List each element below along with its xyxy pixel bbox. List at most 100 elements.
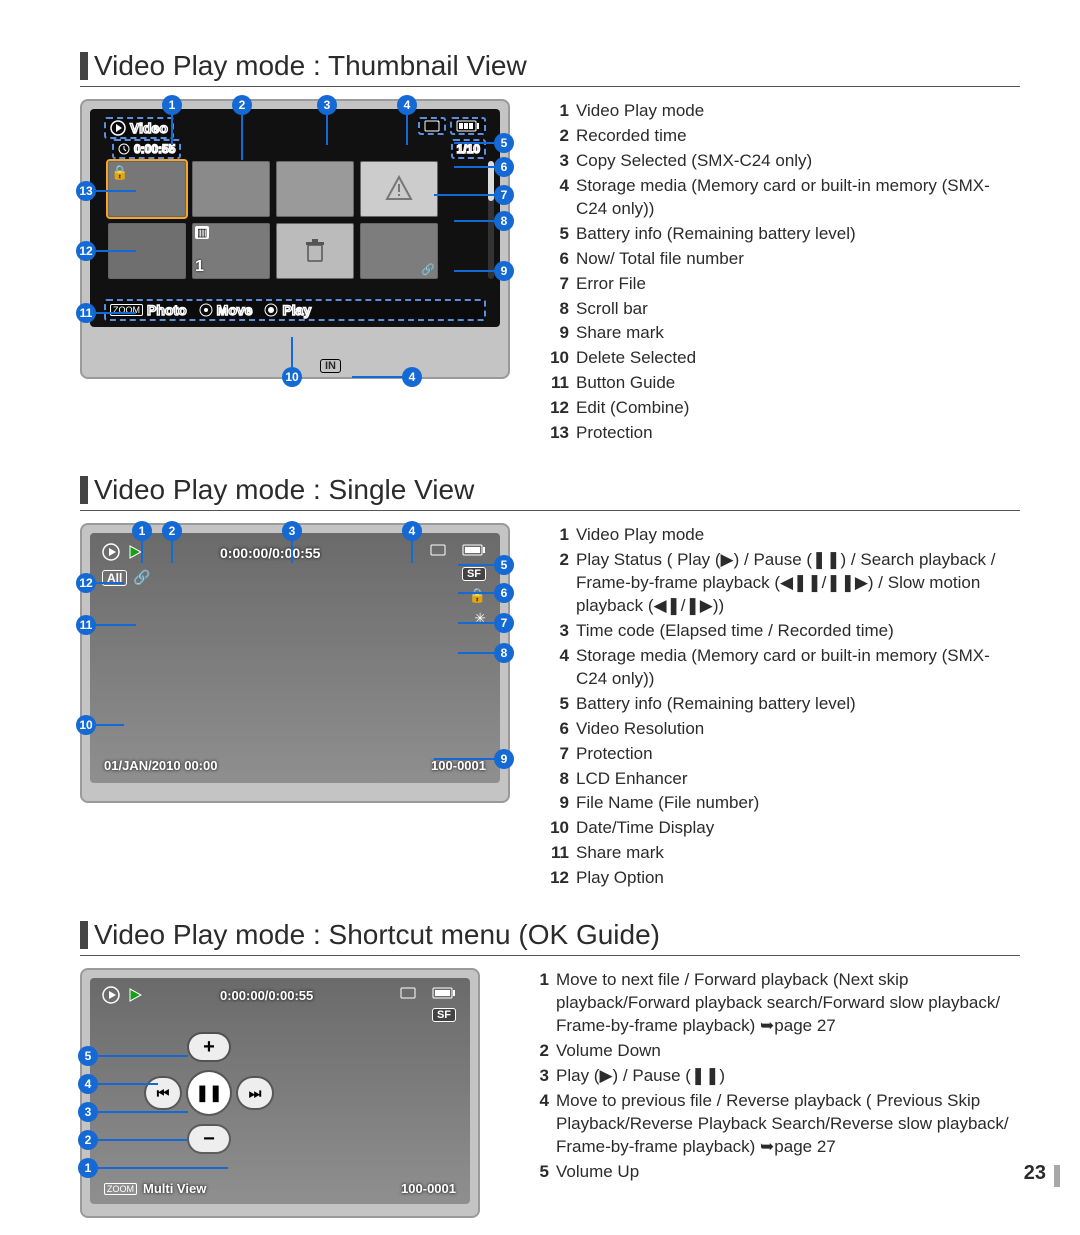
legend-item: Edit (Combine) — [575, 396, 1020, 421]
lcd-enhancer-icon: ✳ — [474, 610, 486, 627]
warning-icon — [385, 175, 413, 203]
share-mark-icon: 🔗 — [421, 263, 435, 276]
card-icon — [430, 544, 446, 556]
legend-item: Recorded time — [575, 124, 1020, 149]
ok-icon — [264, 303, 278, 317]
thumb-6: ▥ 1 — [192, 223, 270, 279]
s-callout-12: 12 — [76, 573, 96, 593]
block-single: 1 2 3 4 12 11 10 5 6 7 8 9 — [80, 523, 1020, 891]
callout-4b: 4 — [402, 367, 422, 387]
battery-icon — [462, 544, 486, 556]
play-status-icon — [128, 988, 142, 1002]
figure-shortcut: 1 2 3 4 5 0:00:00/0:00:55 SF + — [80, 968, 500, 1218]
zoom-label: ZOOM — [110, 304, 143, 316]
osd-mode-tag: Video — [104, 117, 174, 139]
legend-item: Play (▶) / Pause (❚❚) — [555, 1064, 1020, 1089]
clock-icon — [118, 143, 130, 155]
s-callout-5: 5 — [494, 555, 514, 575]
card-icon — [424, 120, 440, 132]
callout-6: 6 — [494, 157, 514, 177]
osd-storage-icon-wrap — [418, 117, 446, 135]
legend-item: Button Guide — [575, 371, 1020, 396]
lock-icon: 🔒 — [111, 164, 128, 181]
s-callout-2: 2 — [162, 521, 182, 541]
heading-shortcut: Video Play mode : Shortcut menu (OK Guid… — [80, 919, 1020, 956]
legend-item: Protection — [575, 742, 1020, 767]
osd-datetime: 01/JAN/2010 00:00 — [104, 758, 217, 773]
play-pause-icon: ❚❚ — [188, 1072, 230, 1114]
osd-mode-label: Video — [130, 120, 168, 136]
play-mode-icon — [102, 986, 120, 1004]
s-callout-8: 8 — [494, 643, 514, 663]
legend-item: Play Option — [575, 866, 1020, 891]
resolution-badge: SF — [432, 1008, 456, 1022]
callout-8: 8 — [494, 211, 514, 231]
legend-item: Time code (Elapsed time / Recorded time) — [575, 619, 1020, 644]
s-callout-10: 10 — [76, 715, 96, 735]
block-shortcut: 1 2 3 4 5 0:00:00/0:00:55 SF + — [80, 968, 1020, 1218]
figure-single: 1 2 3 4 12 11 10 5 6 7 8 9 — [80, 523, 520, 891]
legend-item: Volume Down — [555, 1039, 1020, 1064]
legend-single: 1Video Play mode 2Play Status ( Play (▶)… — [540, 523, 1020, 891]
legend-item: Video Play mode — [575, 523, 1020, 548]
page-thumb-tab — [1054, 1165, 1060, 1187]
in-badge: IN — [320, 359, 341, 373]
s-callout-9: 9 — [494, 749, 514, 769]
callout-9: 9 — [494, 261, 514, 281]
lock-icon: 🔒 — [469, 587, 486, 604]
page-number: 23 — [1024, 1162, 1046, 1185]
callout-3: 3 — [317, 95, 337, 115]
s-callout-4: 4 — [402, 521, 422, 541]
callout-1: 1 — [162, 95, 182, 115]
card-icon — [400, 987, 416, 999]
edit-combine-icon: ▥ — [195, 226, 209, 239]
dpad-icon — [199, 303, 213, 317]
legend-item: Scroll bar — [575, 297, 1020, 322]
legend-item: Error File — [575, 272, 1020, 297]
osd-multiview: Multi View — [143, 1181, 206, 1196]
osd-filename: 100-0001 — [401, 1181, 456, 1196]
thumb-8: 🔗 — [360, 223, 438, 279]
osd-timecode: 0:00:00/0:00:55 — [220, 545, 320, 561]
callout-12: 12 — [76, 241, 96, 261]
play-mode-icon — [102, 543, 120, 561]
legend-item: Move to next file / Forward playback (Ne… — [555, 968, 1020, 1039]
battery-icon — [456, 120, 480, 132]
play-status-icon — [128, 545, 142, 559]
osd-battery-icon-wrap — [450, 117, 486, 135]
osd-timecode: 0:00:00/0:00:55 — [220, 988, 313, 1003]
legend-item: Share mark — [575, 321, 1020, 346]
thumb-2 — [192, 161, 270, 217]
play-mode-icon — [110, 120, 126, 136]
thumb-delete — [276, 223, 354, 279]
legend-item: Volume Up — [555, 1160, 1020, 1185]
heading-thumbnail: Video Play mode : Thumbnail View — [80, 50, 1020, 87]
legend-item: LCD Enhancer — [575, 767, 1020, 792]
legend-item: Protection — [575, 421, 1020, 446]
legend-item: Battery info (Remaining battery level) — [575, 692, 1020, 717]
legend-item: Delete Selected — [575, 346, 1020, 371]
callout-2: 2 — [232, 95, 252, 115]
legend-item: Now/ Total file number — [575, 247, 1020, 272]
legend-item: File Name (File number) — [575, 791, 1020, 816]
legend-item: Play Status ( Play (▶) / Pause (❚❚) / Se… — [575, 548, 1020, 619]
manual-page: Video Play mode : Thumbnail View 1 2 3 4… — [0, 0, 1080, 1235]
legend-item: Move to previous file / Reverse playback… — [555, 1089, 1020, 1160]
zoom-label: ZOOM — [104, 1183, 137, 1195]
s-callout-11: 11 — [76, 615, 96, 635]
resolution-badge: SF — [462, 567, 486, 581]
thumb-3 — [276, 161, 354, 217]
s-callout-6: 6 — [494, 583, 514, 603]
next-icon: ⏭ — [238, 1078, 272, 1108]
legend-item: Storage media (Memory card or built-in m… — [575, 174, 1020, 222]
legend-item: Copy Selected (SMX-C24 only) — [575, 149, 1020, 174]
s-callout-1: 1 — [132, 521, 152, 541]
callout-11: 11 — [76, 303, 96, 323]
thumb-error — [360, 161, 438, 217]
s-callout-7: 7 — [494, 613, 514, 633]
legend-item: Video Resolution — [575, 717, 1020, 742]
s-callout-3: 3 — [282, 521, 302, 541]
legend-item: Share mark — [575, 841, 1020, 866]
trash-icon — [304, 239, 326, 263]
callout-4: 4 — [397, 95, 417, 115]
